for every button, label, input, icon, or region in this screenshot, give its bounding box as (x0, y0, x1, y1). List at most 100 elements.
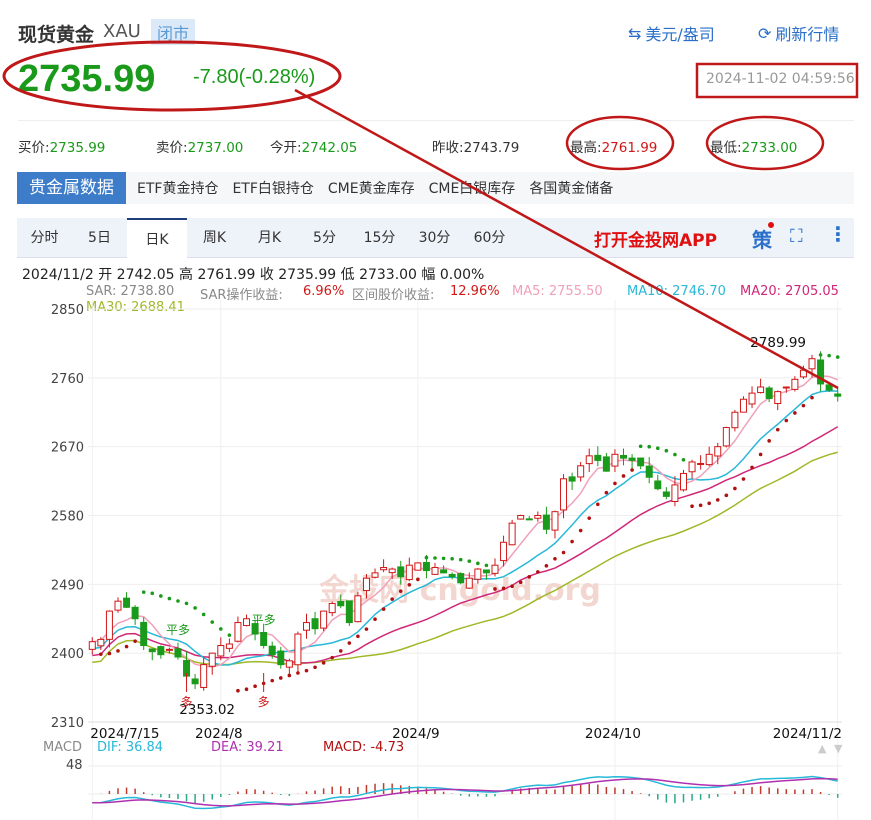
sar-dot (673, 452, 677, 457)
candle-body (148, 648, 156, 653)
sar-dot (835, 355, 840, 359)
candle-body (560, 478, 568, 511)
sar-dot (116, 649, 120, 653)
sar-dot (159, 594, 163, 598)
sar-dot (501, 586, 506, 591)
close-long-signal: 平多 (252, 613, 276, 627)
candle-body (474, 568, 482, 580)
candle-body (500, 541, 508, 562)
candle-body (448, 573, 456, 578)
sar-dot (467, 559, 472, 563)
candle-body (277, 650, 285, 666)
x-tick-label: 2024/8 (195, 726, 243, 742)
ma5-line (92, 375, 838, 668)
candle-body (285, 660, 293, 668)
candle-body (243, 618, 251, 627)
sar-dot (99, 652, 103, 656)
sar-dot (338, 649, 343, 653)
sar-dot (510, 584, 514, 589)
candle-body (191, 678, 199, 685)
sar-dot (613, 481, 617, 486)
sar-dot (553, 556, 557, 561)
candle-body (140, 621, 148, 647)
candle-body (620, 454, 628, 459)
sar-dot (458, 557, 463, 562)
candle-body (97, 638, 105, 647)
sar-dot (715, 498, 720, 502)
sar-dot (124, 644, 129, 649)
candle-body (320, 610, 328, 629)
y-tick-label: 2670 (51, 441, 84, 456)
sar-dot (561, 550, 566, 555)
sar-dot (733, 486, 737, 491)
candle-body (302, 622, 310, 631)
candle-body (731, 411, 739, 429)
candle-body (662, 491, 670, 497)
candle-body (165, 648, 173, 651)
candle-body (294, 633, 302, 666)
sar-dot (236, 688, 240, 693)
candle-body (268, 645, 276, 656)
candle-body (414, 562, 422, 571)
ma30-line (92, 451, 838, 666)
sar-dot (681, 457, 686, 462)
sar-dot (621, 474, 626, 478)
scroll-up-icon: ▲ (818, 742, 827, 755)
price-chart[interactable]: 2850 2760 2670 2580 2490 2400 2310 2024/7/15 202… (0, 0, 871, 820)
sar-dot (244, 687, 249, 692)
sar-dot (527, 575, 532, 579)
candle-body (757, 386, 765, 394)
candle-body (508, 522, 516, 546)
sar-dot (741, 477, 746, 481)
sar-dot (398, 589, 403, 593)
sar-dot (578, 528, 583, 533)
sar-dot (604, 490, 609, 495)
candle-body (602, 456, 610, 472)
sar-dot (827, 353, 831, 358)
candle-body (371, 572, 379, 578)
sar-dot (176, 599, 180, 603)
sar-dot (707, 501, 711, 506)
sar-dot (793, 411, 797, 415)
sar-dot (364, 627, 369, 631)
x-tick-label: 2024/10 (585, 726, 641, 742)
sar-dot (801, 403, 806, 408)
candle-body (88, 641, 96, 650)
candle-body (791, 378, 799, 390)
candle-body (679, 472, 687, 491)
sar-dot (381, 607, 386, 611)
y-tick-label: 2760 (51, 372, 84, 387)
sar-dot (493, 587, 497, 591)
sar-dot (758, 452, 763, 457)
candle-body (525, 518, 533, 521)
x-tick-label: 2024/9 (392, 726, 440, 742)
candle-body (380, 567, 388, 571)
sar-dot (296, 671, 300, 675)
candle-body (388, 568, 396, 574)
candle-body (739, 398, 747, 413)
buy-long-signal: 多 (181, 695, 193, 709)
sar-dot (818, 353, 823, 357)
sar-dot (347, 641, 352, 645)
sar-dot (655, 446, 660, 450)
candle-body (534, 515, 542, 519)
candle-body (457, 573, 465, 584)
sar-dot (184, 601, 189, 606)
candle-body (568, 476, 576, 482)
candle-body (688, 461, 696, 473)
sar-dot (536, 570, 540, 574)
sar-dot (698, 503, 703, 508)
candle-body (174, 648, 182, 658)
sar-dot (321, 661, 326, 665)
sar-dot (278, 676, 283, 680)
close-long-signal: 平多 (166, 623, 190, 637)
candle-body (157, 646, 165, 656)
candle-body (260, 631, 268, 647)
sar-dot (690, 504, 694, 509)
annotation-rect-time (695, 62, 859, 99)
sar-dot (107, 651, 112, 656)
candle-body (482, 569, 490, 574)
candle-body (491, 564, 499, 574)
y-tick-label: 2400 (51, 647, 84, 662)
candle-body (405, 564, 413, 581)
